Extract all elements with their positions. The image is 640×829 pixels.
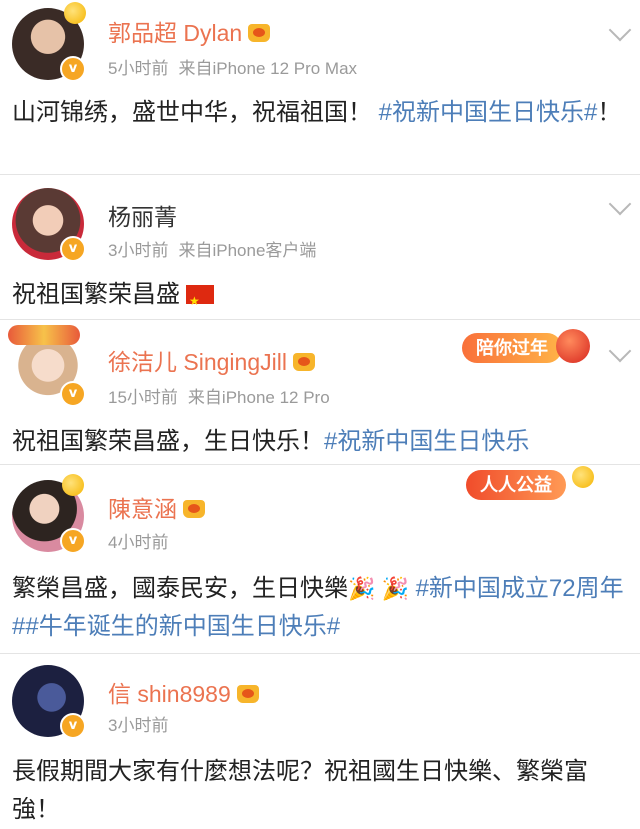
- user-name-text: 陳意涵: [108, 496, 177, 522]
- avatar[interactable]: v: [12, 188, 86, 262]
- feed-post: v 郭品超 Dylan 5小时前 来自iPhone 12 Pro Max 山河锦绣…: [0, 0, 640, 175]
- china-flag-icon: [186, 282, 214, 320]
- user-name[interactable]: 信 shin8989: [108, 675, 259, 709]
- avatar-decoration-icon: [64, 2, 86, 24]
- verified-badge-icon: v: [60, 236, 86, 262]
- hashtag-link[interactable]: #祝新中国生日快乐#: [379, 99, 598, 126]
- user-name[interactable]: 郭品超 Dylan: [108, 14, 271, 48]
- user-name[interactable]: 杨丽菁: [108, 198, 177, 232]
- post-time: 5小时前: [108, 59, 169, 78]
- chevron-down-icon[interactable]: [608, 339, 632, 363]
- avatar[interactable]: v: [12, 2, 86, 82]
- party-popper-icon: 🎉 🎉: [348, 576, 409, 601]
- user-name-text: 徐洁儿 SingingJill: [108, 349, 287, 375]
- post-time: 4小时前: [108, 533, 169, 552]
- avatar[interactable]: v: [8, 325, 86, 407]
- post-text-content: 祝祖国繁荣昌盛: [12, 281, 180, 308]
- user-name-text: 郭品超 Dylan: [108, 20, 243, 46]
- post-meta: 5小时前 来自iPhone 12 Pro Max: [108, 54, 357, 79]
- post-text: 長假期間大家有什麼想法呢？祝祖國生日快樂、繁榮富強！: [12, 753, 628, 829]
- post-text: 祝祖国繁荣昌盛: [12, 276, 628, 320]
- crown-membership-icon: [292, 353, 315, 371]
- post-meta: 15小时前 来自iPhone 12 Pro: [108, 383, 330, 408]
- promo-banner-label: 人人公益: [480, 475, 552, 495]
- post-meta: 3小时前: [108, 711, 168, 736]
- feed-post: v 徐洁儿 SingingJill 15小时前 来自iPhone 12 Pro 陪…: [0, 321, 640, 465]
- user-name-text: 杨丽菁: [108, 204, 177, 230]
- feed-post: v 陳意涵 4小时前 人人公益 繁榮昌盛，國泰民安，生日快樂🎉 🎉 #新中国成立…: [0, 466, 640, 654]
- post-source: 来自iPhone 12 Pro: [187, 388, 330, 407]
- promo-banner[interactable]: 陪你过年: [462, 333, 562, 363]
- post-text: 山河锦绣，盛世中华，祝福祖国！ #祝新中国生日快乐#！: [12, 94, 628, 132]
- crown-membership-icon: [183, 500, 205, 518]
- post-meta: 4小时前: [108, 528, 168, 553]
- verified-badge-icon: v: [60, 381, 86, 407]
- hashtag-link[interactable]: #祝新中国生日快乐: [324, 428, 529, 455]
- post-text: 祝祖国繁荣昌盛，生日快乐！#祝新中国生日快乐: [12, 423, 628, 461]
- crown-membership-icon: [236, 685, 259, 703]
- chevron-down-icon[interactable]: [608, 192, 632, 216]
- feed-post: v 杨丽菁 3小时前 来自iPhone客户端 祝祖国繁荣昌盛: [0, 176, 640, 320]
- post-text-content: 長假期間大家有什麼想法呢？祝祖國生日快樂、繁榮富強！: [12, 758, 588, 823]
- post-time: 3小时前: [108, 241, 169, 260]
- promo-banner-label: 陪你过年: [476, 338, 548, 358]
- user-name[interactable]: 徐洁儿 SingingJill: [108, 343, 315, 377]
- star-sticker-icon: [572, 466, 594, 488]
- chevron-down-icon[interactable]: [608, 18, 632, 42]
- avatar[interactable]: v: [12, 474, 86, 554]
- post-text-trailing: ！: [597, 99, 622, 126]
- verified-badge-icon: v: [60, 56, 86, 82]
- avatar-decoration-icon: [62, 474, 84, 496]
- post-source: 来自iPhone客户端: [178, 241, 317, 260]
- feed-post: v 信 shin8989 3小时前 長假期間大家有什麼想法呢？祝祖國生日快樂、繁…: [0, 655, 640, 823]
- avatar[interactable]: v: [12, 665, 86, 739]
- avatar-decoration-icon: [8, 325, 80, 345]
- user-name-text: 信 shin8989: [108, 681, 231, 707]
- user-name[interactable]: 陳意涵: [108, 490, 205, 524]
- crown-membership-icon: [248, 24, 271, 42]
- post-text: 繁榮昌盛，國泰民安，生日快樂🎉 🎉 #新中国成立72周年##牛年诞生的新中国生日…: [12, 570, 628, 646]
- lantern-icon: [556, 329, 590, 363]
- post-source: 来自iPhone 12 Pro Max: [178, 59, 358, 78]
- promo-banner[interactable]: 人人公益: [466, 470, 566, 500]
- post-time: 15小时前: [108, 388, 178, 407]
- verified-badge-icon: v: [60, 713, 86, 739]
- post-meta: 3小时前 来自iPhone客户端: [108, 236, 316, 261]
- verified-badge-icon: v: [60, 528, 86, 554]
- post-time: 3小时前: [108, 716, 169, 735]
- post-text-content: 祝祖国繁荣昌盛，生日快乐！: [12, 428, 324, 455]
- post-text-content: 山河锦绣，盛世中华，祝福祖国！: [12, 99, 372, 126]
- post-text-content: 繁榮昌盛，國泰民安，生日快樂: [12, 575, 348, 602]
